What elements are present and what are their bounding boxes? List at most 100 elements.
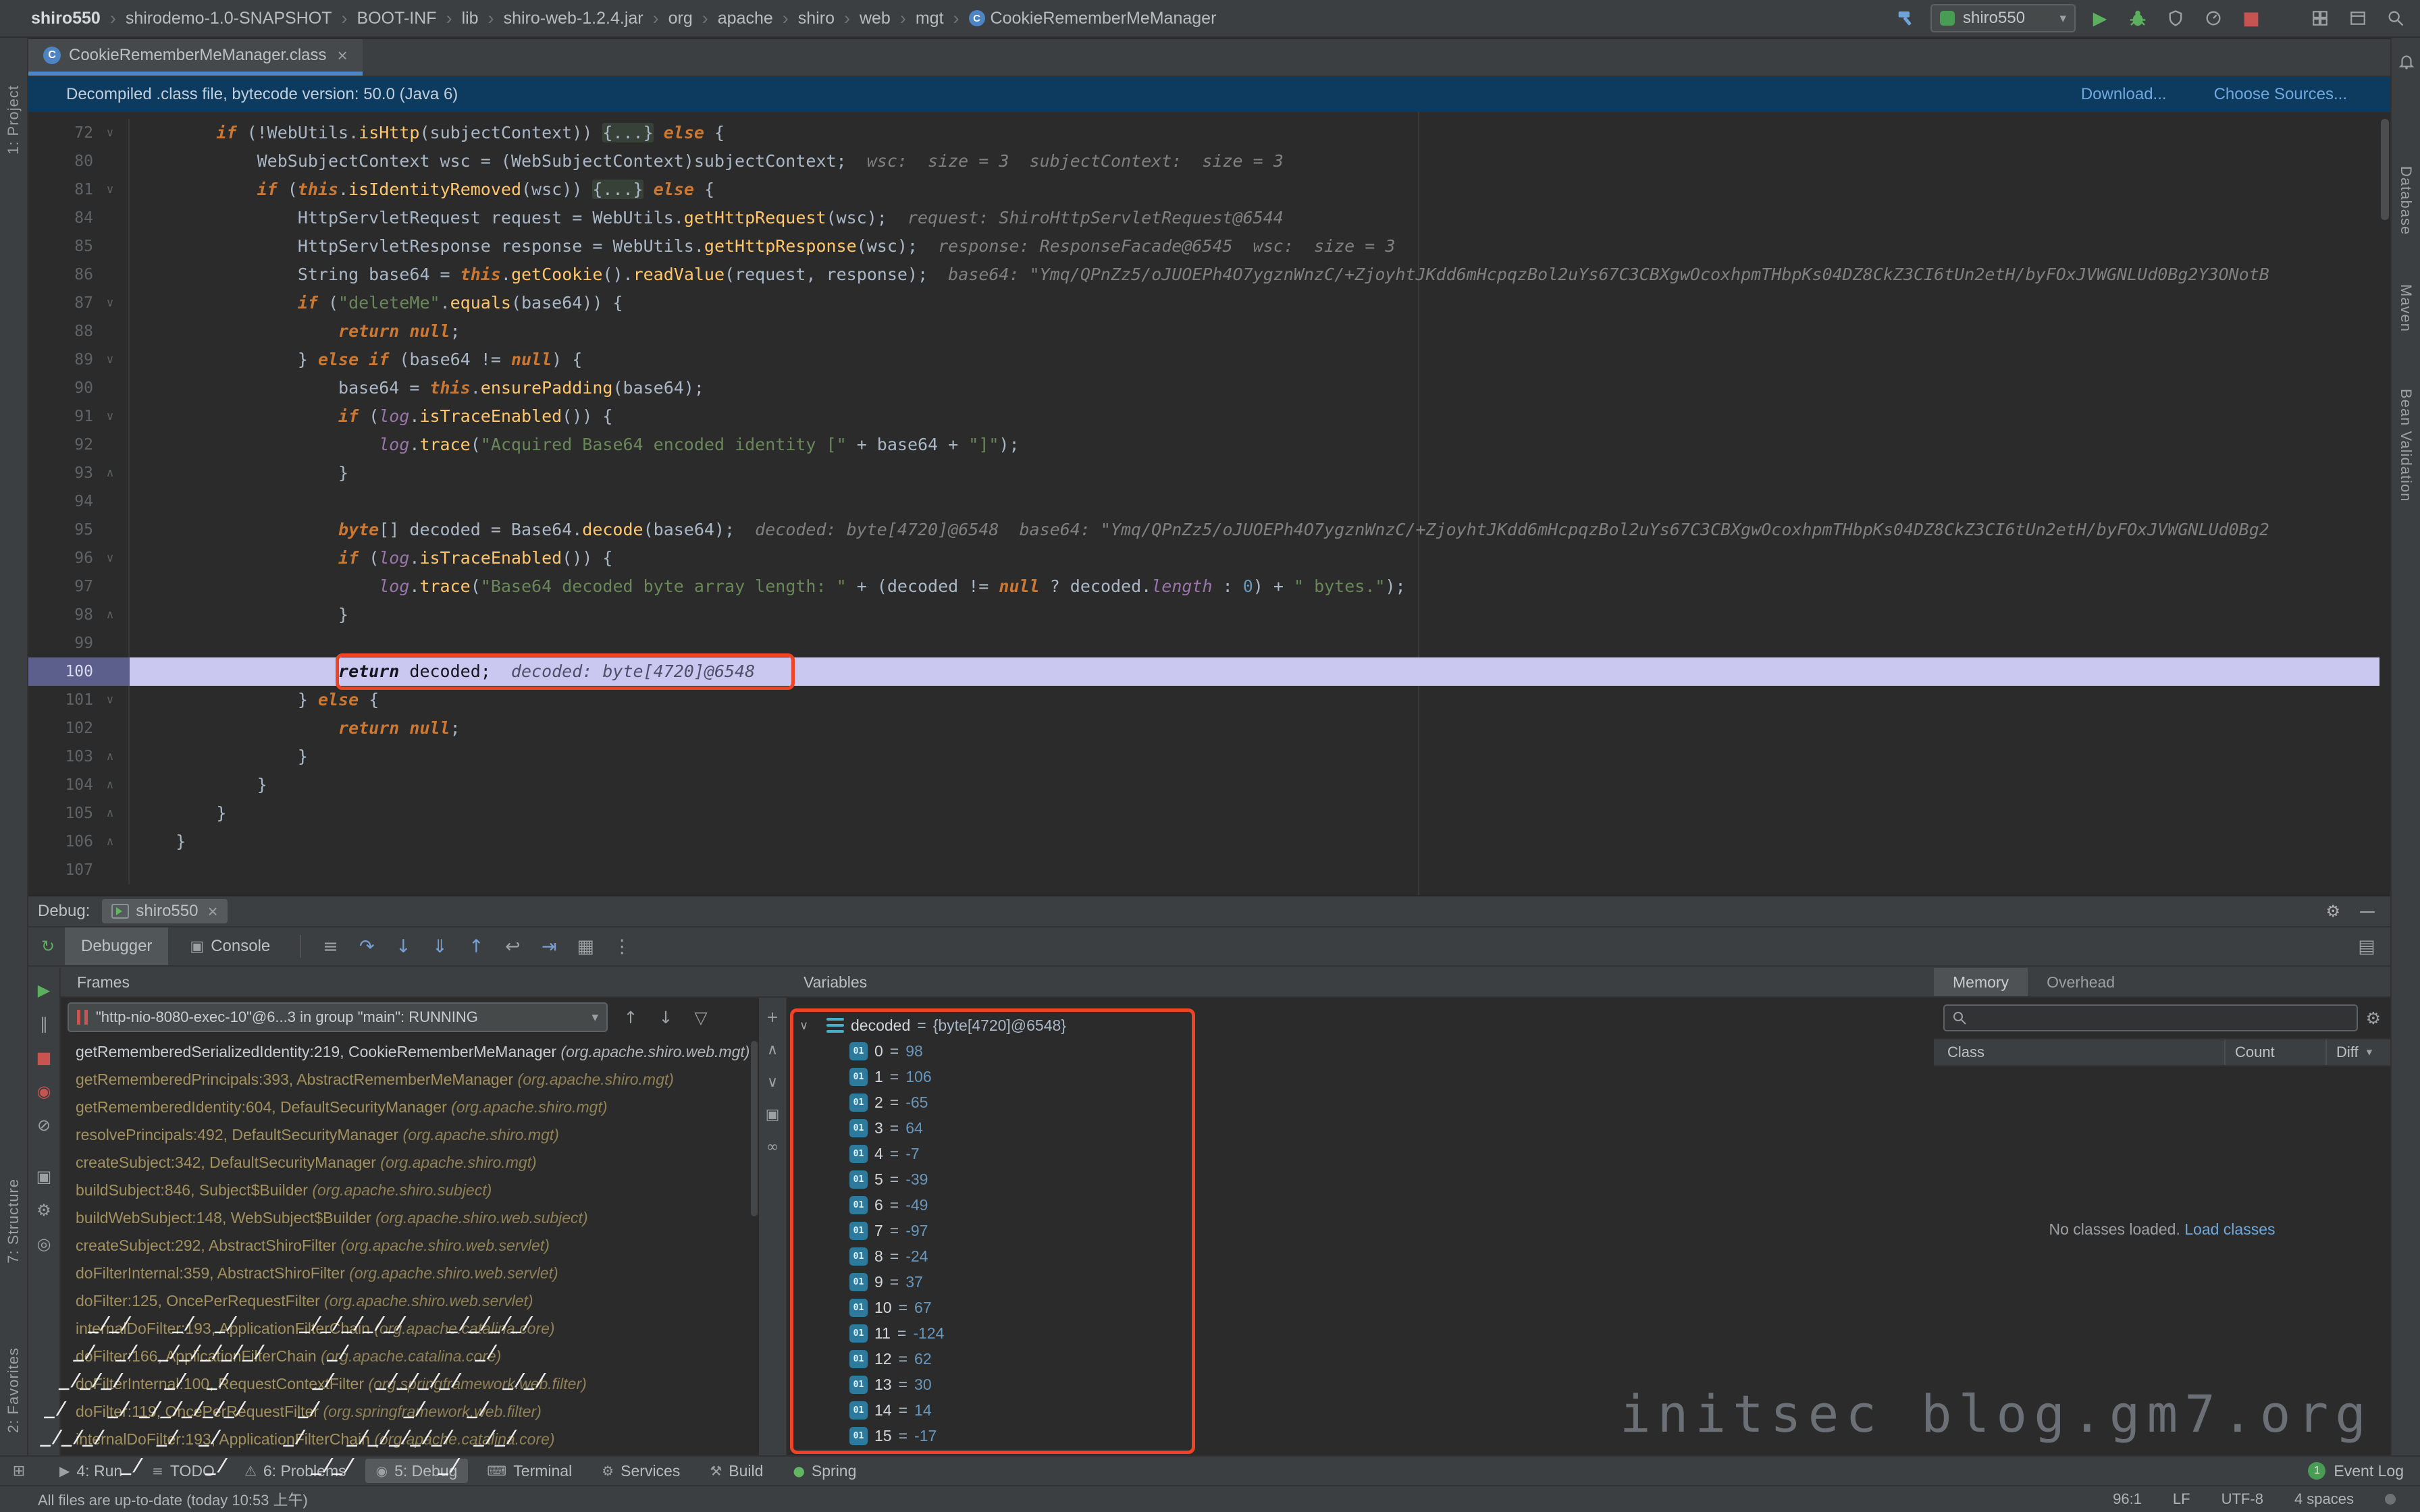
step-out-icon[interactable]: ↑	[461, 931, 492, 962]
breadcrumb-item[interactable]: shiro-web-1.2.4.jar	[504, 9, 643, 28]
code-line[interactable]: 85 HttpServletResponse response = WebUti…	[28, 232, 2379, 261]
fold-marker[interactable]: ∧	[93, 608, 127, 622]
stack-frame[interactable]: doFilter:119, OncePerRequestFilter (org.…	[61, 1398, 759, 1426]
code-line[interactable]: 81∨ if (this.isIdentityRemoved(wsc)) {..…	[28, 176, 2379, 204]
status-indicator-icon[interactable]	[2385, 1494, 2396, 1505]
event-log-button[interactable]: 1 Event Log	[2308, 1462, 2404, 1480]
array-element[interactable]: 0112 = 62	[787, 1346, 1934, 1372]
code-line[interactable]: 86 String base64 = this.getCookie().read…	[28, 261, 2379, 289]
variable-root[interactable]: ∨decoded = {byte[4720]@6548}	[787, 1013, 1934, 1038]
line-number[interactable]: 105	[28, 805, 93, 822]
code-line[interactable]: 105∧ }	[28, 799, 2379, 828]
code-line[interactable]: 97 log.trace("Base64 decoded byte array …	[28, 572, 2379, 601]
editor-tab[interactable]: C CookieRememberMeManager.class ×	[28, 39, 363, 76]
tool-window-button[interactable]: ●Spring	[782, 1459, 867, 1483]
settings-gear-icon[interactable]: ⚙	[2325, 902, 2340, 921]
code-line[interactable]: 103∧ }	[28, 742, 2379, 771]
fold-marker[interactable]: ∨	[93, 183, 127, 196]
array-element[interactable]: 011 = 106	[787, 1064, 1934, 1089]
line-number[interactable]: 85	[28, 238, 93, 255]
line-number[interactable]: 91	[28, 408, 93, 425]
tool-window-button[interactable]: ⌨Terminal	[476, 1459, 583, 1483]
line-number[interactable]: 93	[28, 464, 93, 482]
code-line[interactable]: 104∧ }	[28, 771, 2379, 799]
code-line[interactable]: 93∧ }	[28, 459, 2379, 487]
expand-icon[interactable]: ∨	[762, 1072, 783, 1092]
sidebar-item-database[interactable]: Database	[2397, 166, 2415, 235]
fold-marker[interactable]: ∨	[93, 353, 127, 367]
array-element[interactable]: 013 = 64	[787, 1115, 1934, 1141]
indent-setting[interactable]: 4 spaces	[2294, 1490, 2354, 1508]
array-element[interactable]: 017 = -97	[787, 1218, 1934, 1243]
stack-frame[interactable]: getRememberedIdentity:604, DefaultSecuri…	[61, 1094, 759, 1121]
tab-console[interactable]: ▣Console	[174, 927, 286, 965]
array-element[interactable]: 0115 = -17	[787, 1423, 1934, 1449]
hide-icon[interactable]: —	[2359, 902, 2375, 921]
stack-frame[interactable]: doFilterInternal:100, RequestContextFilt…	[61, 1370, 759, 1398]
scrollbar-thumb[interactable]	[2381, 119, 2389, 220]
line-number[interactable]: 94	[28, 493, 93, 510]
code-line[interactable]: 94	[28, 487, 2379, 516]
stop-icon[interactable]: ■	[32, 1046, 55, 1069]
breadcrumb-item[interactable]: web	[860, 9, 891, 28]
line-number[interactable]: 84	[28, 209, 93, 227]
pin-icon[interactable]: ◎	[32, 1233, 55, 1256]
line-number[interactable]: 106	[28, 833, 93, 850]
code-line[interactable]: 98∧ }	[28, 601, 2379, 629]
code-line[interactable]: 90 base64 = this.ensurePadding(base64);	[28, 374, 2379, 402]
code-area[interactable]: 72∨ if (!WebUtils.isHttp(subjectContext)…	[28, 112, 2379, 884]
array-element[interactable]: 012 = -65	[787, 1089, 1934, 1115]
stack-frame[interactable]: createSubject:342, DefaultSecurityManage…	[61, 1149, 759, 1177]
column-diff[interactable]: Diff▾	[2325, 1040, 2390, 1065]
window-icon[interactable]	[2344, 5, 2371, 32]
add-watch-icon[interactable]: +	[762, 1007, 783, 1027]
frame-up-icon[interactable]: ↑	[619, 1005, 643, 1029]
tab-overhead[interactable]: Overhead	[2028, 968, 2134, 996]
rerun-icon[interactable]: ↻	[36, 935, 59, 958]
debug-session-tab[interactable]: shiro550 ×	[102, 899, 227, 923]
window-corner-icon[interactable]: ⊞	[7, 1463, 31, 1480]
line-number[interactable]: 90	[28, 379, 93, 397]
show-execution-point-icon[interactable]: ≡	[315, 931, 346, 962]
breadcrumb-item[interactable]: apache	[718, 9, 773, 28]
code-line[interactable]: 106∧ }	[28, 828, 2379, 856]
stack-frame[interactable]: doFilter:166, ApplicationFilterChain (or…	[61, 1343, 759, 1370]
tool-window-button[interactable]: ≡TODO	[141, 1459, 226, 1483]
stack-frame[interactable]: doFilter:125, OncePerRequestFilter (org.…	[61, 1287, 759, 1315]
file-encoding[interactable]: UTF-8	[2221, 1490, 2263, 1508]
breadcrumb-item[interactable]: BOOT-INF	[357, 9, 437, 28]
stack-frame[interactable]: internalDoFilter:193, ApplicationFilterC…	[61, 1426, 759, 1453]
step-over-icon[interactable]: ↷	[351, 931, 382, 962]
code-line[interactable]: 95 byte[] decoded = Base64.decode(base64…	[28, 516, 2379, 544]
array-element[interactable]: 0114 = 14	[787, 1397, 1934, 1423]
debug-bug-button[interactable]	[2124, 5, 2151, 32]
array-element[interactable]: 015 = -39	[787, 1166, 1934, 1192]
tool-window-button[interactable]: ◉5: Debug	[365, 1459, 469, 1483]
layout-settings-icon[interactable]: ▤	[2351, 931, 2382, 962]
line-number[interactable]: 100	[28, 663, 93, 680]
line-number[interactable]: 103	[28, 748, 93, 765]
mute-breakpoints-icon[interactable]: ⊘	[32, 1114, 55, 1137]
breadcrumb-item[interactable]: shiro550	[31, 9, 101, 28]
column-class[interactable]: Class	[1934, 1044, 2224, 1061]
fold-marker[interactable]: ∨	[93, 126, 127, 140]
line-number[interactable]: 81	[28, 181, 93, 198]
line-ending[interactable]: LF	[2173, 1490, 2190, 1508]
chevron-down-icon[interactable]: ∨	[799, 1019, 820, 1033]
memory-search-input[interactable]	[1943, 1004, 2358, 1031]
more-options-icon[interactable]: ⋮	[606, 931, 637, 962]
choose-sources-link[interactable]: Choose Sources...	[2214, 85, 2347, 104]
breadcrumb-item[interactable]: shiro	[798, 9, 835, 28]
column-count[interactable]: Count	[2224, 1040, 2325, 1065]
fold-marker[interactable]: ∨	[93, 693, 127, 707]
sidebar-item-maven[interactable]: Maven	[2397, 284, 2415, 332]
line-number[interactable]: 107	[28, 861, 93, 879]
code-line[interactable]: 87∨ if ("deleteMe".equals(base64)) {	[28, 289, 2379, 317]
line-number[interactable]: 101	[28, 691, 93, 709]
tool-window-button[interactable]: ⚒Build	[699, 1459, 774, 1483]
load-classes-link[interactable]: Load classes	[2184, 1220, 2275, 1238]
array-element[interactable]: 010 = 98	[787, 1038, 1934, 1064]
code-line[interactable]: 102 return null;	[28, 714, 2379, 742]
fold-marker[interactable]: ∧	[93, 750, 127, 763]
frames-scrollbar[interactable]	[751, 1041, 758, 1216]
